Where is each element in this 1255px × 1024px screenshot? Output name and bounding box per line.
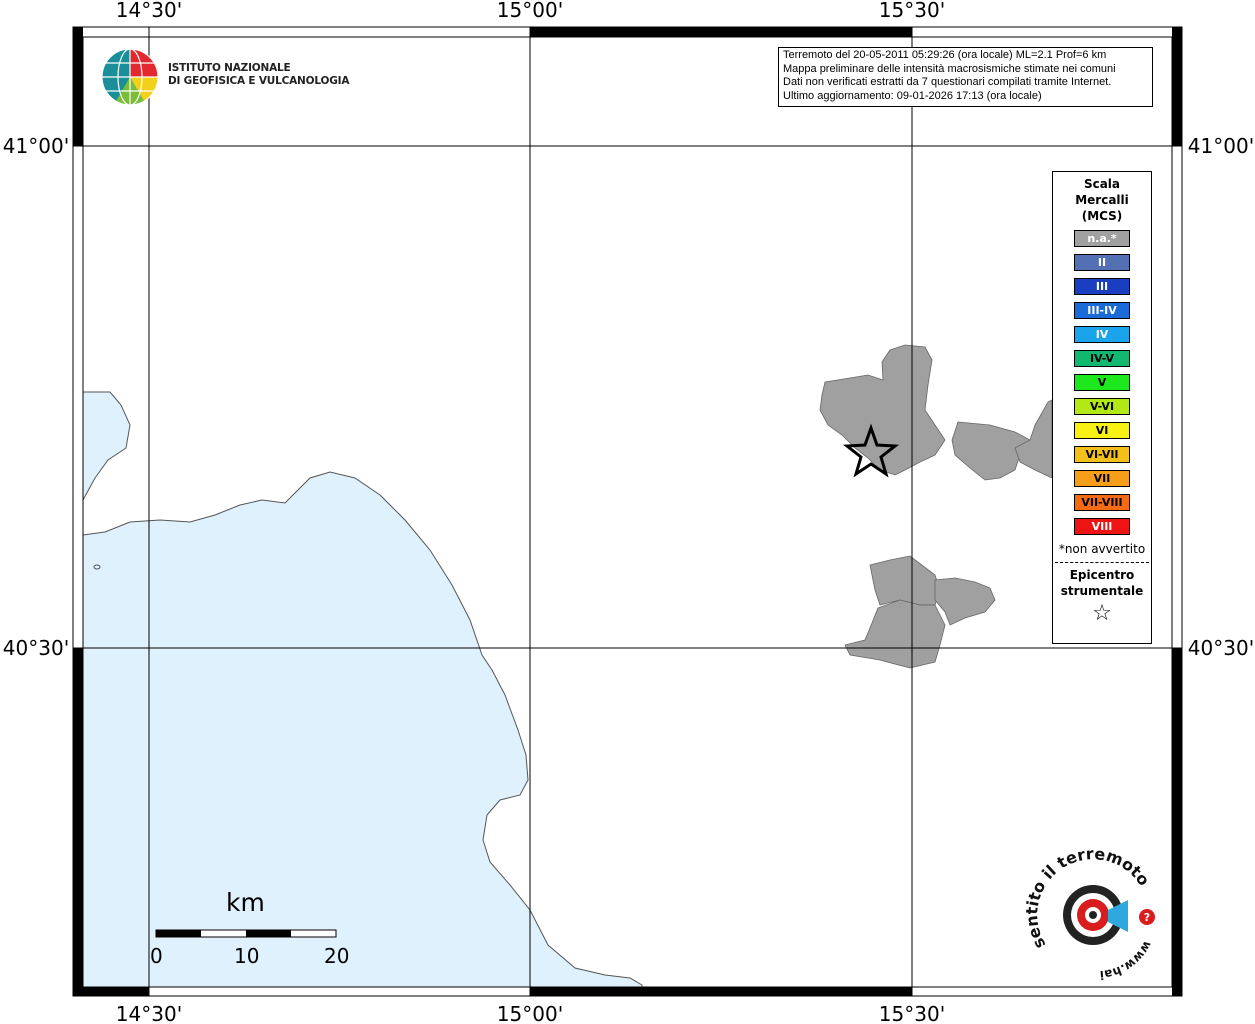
legend-separator [1055, 562, 1149, 563]
hsit-logo-text-bottom: www.hai [1099, 939, 1155, 982]
legend-star-icon: ☆ [1092, 601, 1112, 626]
lon-label-top: 14°30' [116, 0, 182, 22]
lon-label-top: 15°00' [497, 0, 563, 22]
sea-area [82, 391, 131, 501]
legend-epicenter-label: Epicentro strumentale [1060, 568, 1144, 598]
mcs-legend: Scala Mercalli (MCS) n.a.* II III III-IV IV I… [1052, 171, 1152, 644]
lat-label-left: 40°30' [3, 636, 69, 660]
sea-area-main [82, 471, 643, 988]
scale-unit-label: km [226, 888, 265, 917]
legend-item: IV [1074, 326, 1130, 343]
scale-tick-label: 20 [324, 944, 350, 968]
svg-text:?: ? [1144, 911, 1150, 924]
lon-label-bottom: 14°30' [116, 1002, 182, 1024]
legend-item: VIII [1074, 518, 1130, 535]
municipality-polygon [934, 577, 996, 626]
legend-item: VII-VIII [1074, 494, 1130, 511]
lat-label-right: 40°30' [1188, 636, 1254, 660]
event-info-line: Terremoto del 20-05-2011 05:29:26 (ora l… [783, 49, 1107, 61]
lon-label-bottom: 15°30' [879, 1002, 945, 1024]
svg-text:www.hai: www.hai [1099, 939, 1155, 982]
legend-item: II [1074, 254, 1130, 271]
ingv-logo-text: ISTITUTO NAZIONALE DI GEOFISICA E VULCAN… [168, 62, 350, 87]
legend-item: IV-V [1074, 350, 1130, 367]
municipality-polygon [844, 599, 946, 669]
event-info-line: Dati non verificati estratti da 7 questi… [783, 76, 1112, 89]
legend-item: VI [1074, 422, 1130, 439]
scale-bar [155, 929, 337, 938]
event-info-line: Ultimo aggiornamento: 09-01-2026 17:13 (… [783, 89, 1042, 102]
municipality-polygon [869, 555, 941, 606]
scale-tick-label: 0 [150, 944, 163, 968]
scale-tick-label: 10 [234, 944, 260, 968]
event-info-line: Mappa preliminare delle intensità macros… [783, 62, 1116, 75]
lat-label-left: 41°00' [3, 134, 69, 158]
legend-items: n.a.* II III III-IV IV IV-V V V-VI VI VI-VII VII VI… [1053, 230, 1151, 535]
legend-item: n.a.* [1074, 230, 1130, 247]
legend-item: III-IV [1074, 302, 1130, 319]
legend-item: VII [1074, 470, 1130, 487]
legend-item: V-VI [1074, 398, 1130, 415]
legend-item: VI-VII [1074, 446, 1130, 463]
legend-note: *non avvertito [1058, 542, 1146, 556]
lon-label-bottom: 15°00' [497, 1002, 563, 1024]
lat-label-right: 41°00' [1188, 134, 1254, 158]
legend-item: III [1074, 278, 1130, 295]
lon-label-top: 15°30' [879, 0, 945, 22]
legend-title: Scala Mercalli (MCS) [1075, 177, 1129, 223]
event-info-box: Terremoto del 20-05-2011 05:29:26 (ora l… [778, 47, 1153, 107]
legend-item: V [1074, 374, 1130, 391]
